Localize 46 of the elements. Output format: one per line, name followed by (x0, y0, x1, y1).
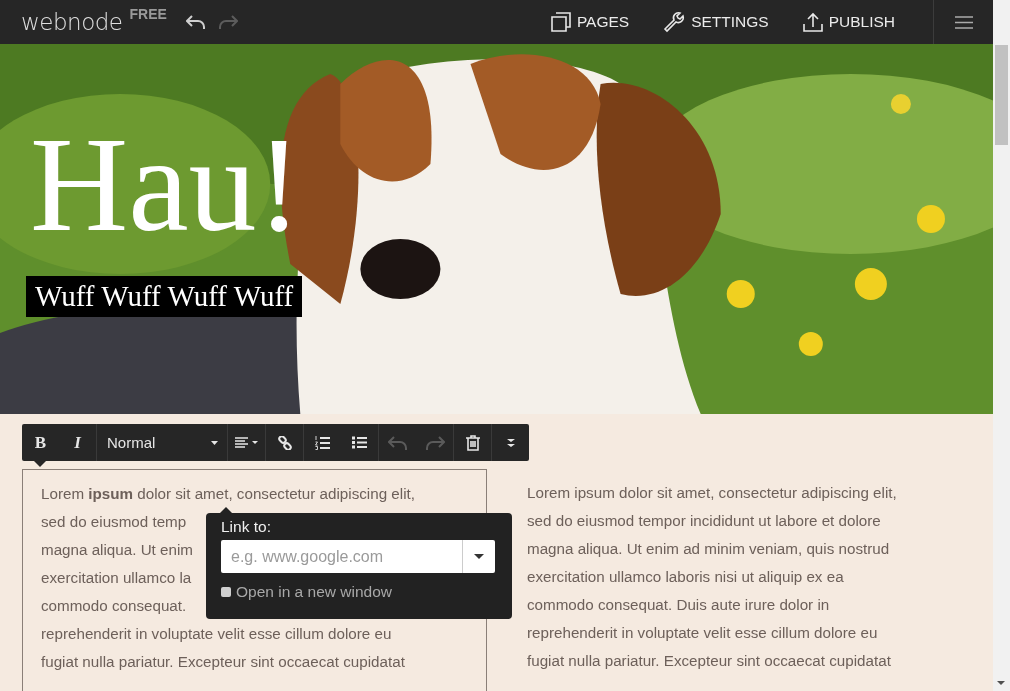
menu-icon (954, 15, 973, 29)
scroll-down-icon[interactable] (997, 681, 1005, 685)
caret-icon (474, 554, 484, 559)
new-window-checkbox[interactable] (221, 587, 231, 597)
paragraph-line: sed do eiusmod temp (41, 512, 187, 532)
pages-button[interactable]: PAGES (550, 11, 630, 33)
paragraph-line: Lorem ipsum dolor sit amet, consectetur adipiscing elit, (527, 483, 897, 503)
paragraph-line: exercitation ullamco la (41, 568, 192, 588)
expand-icon (506, 437, 515, 448)
plan-label: FREE (129, 6, 167, 22)
undo-icon (185, 14, 206, 30)
paragraph-line: exercitation ullamco laboris nisi ut aliquip ex ea (527, 567, 844, 587)
paragraph-line: Lorem ipsum dolor sit amet, consectetur adipiscing elit, (41, 484, 415, 504)
trash-icon (465, 434, 480, 451)
upload-icon (802, 12, 823, 32)
style-dropdown[interactable]: Normal (97, 424, 227, 461)
settings-button[interactable]: SETTINGS (663, 11, 769, 33)
italic-button[interactable]: I (59, 424, 96, 461)
scrollbar[interactable] (993, 0, 1010, 691)
paragraph-line: commodo consequat. (41, 596, 187, 616)
paragraph-line: magna aliqua. Ut enim (41, 540, 193, 560)
pages-icon (550, 12, 571, 32)
redo-icon (217, 14, 238, 30)
bullet-list-icon (352, 436, 367, 449)
wrench-icon (663, 11, 686, 33)
link-label: Link to: (221, 518, 271, 536)
hero-subtitle: Wuff Wuff Wuff Wuff (26, 276, 303, 317)
paragraph-line: commodo consequat. Duis aute irure dolor in (527, 595, 830, 615)
redo-icon (424, 434, 445, 451)
align-left-icon (234, 436, 259, 449)
hero-title: Hau! (30, 114, 302, 254)
checkbox-label: Open in a new window (236, 583, 392, 601)
link-icon (277, 435, 292, 450)
paragraph-line: sed do eiusmod tempor incididunt ut labore et dolore (527, 511, 881, 531)
publish-button[interactable]: PUBLISH (802, 11, 895, 33)
paragraph-line: magna aliqua. Ut enim ad minim veniam, quis nostrud (527, 539, 890, 559)
paragraph-line: reprehenderit in voluptate velit esse cillum dolore eu (527, 623, 878, 643)
caret-icon (211, 440, 218, 445)
logo[interactable]: webnode (21, 9, 123, 35)
paragraph-line: reprehenderit in voluptate velit esse cillum dolore eu (41, 624, 392, 644)
scrollbar-thumb[interactable] (995, 45, 1008, 145)
undo-icon (387, 434, 408, 451)
paragraph-line: fugiat nulla pariatur. Excepteur sint occaecat cupidatat (527, 651, 891, 671)
numbered-list-icon (315, 435, 330, 450)
bold-button[interactable]: B (22, 424, 59, 461)
paragraph-line: fugiat nulla pariatur. Excepteur sint occaecat cupidatat (41, 652, 405, 672)
